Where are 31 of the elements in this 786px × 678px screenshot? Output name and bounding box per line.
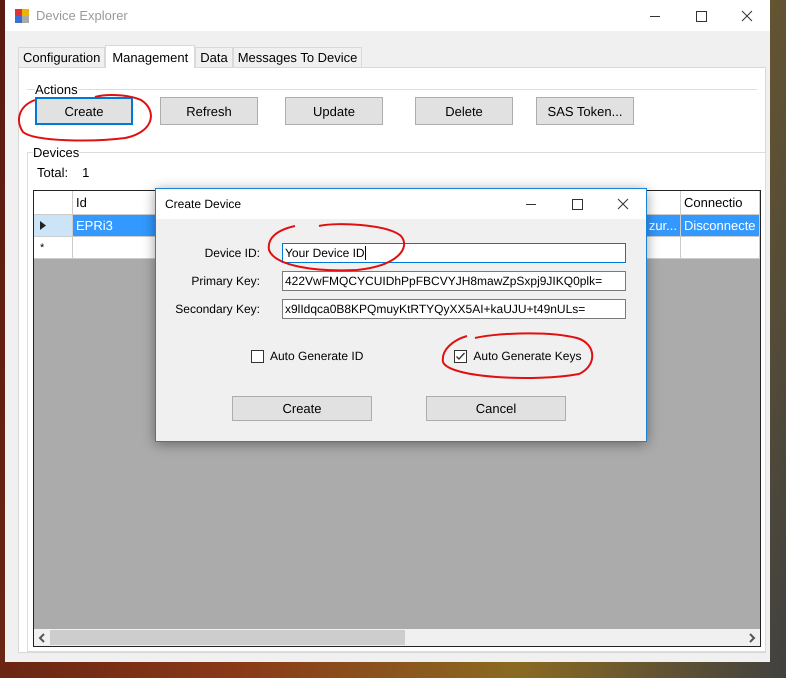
input-field[interactable]: Your Device ID: [282, 243, 626, 263]
table-cell: Disconnecte: [681, 215, 760, 237]
checkbox[interactable]: [454, 350, 468, 362]
tab[interactable]: Data: [195, 47, 233, 67]
input-field[interactable]: 422VwFMQCYCUIDhPpFBCVYJH8mawZpSxpj9JIKQ0plk=: [282, 271, 626, 291]
window-title: Device Explorer: [36, 8, 128, 23]
action-button[interactable]: Delete: [415, 97, 513, 125]
group-title: Actions: [35, 82, 78, 97]
checkbox[interactable]: [251, 350, 264, 362]
dialog-button[interactable]: Create: [232, 396, 372, 421]
field-label: Secondary Key:: [174, 302, 260, 316]
dialog-button[interactable]: Cancel: [426, 396, 566, 421]
current-row-icon: [40, 221, 46, 230]
action-button[interactable]: Refresh: [160, 97, 258, 125]
checkbox-label: Auto Generate ID: [270, 349, 364, 363]
app-icon: [14, 8, 30, 24]
tab[interactable]: Configuration: [18, 47, 106, 67]
action-button[interactable]: SAS Token...: [536, 97, 634, 125]
tab[interactable]: Messages To Device: [232, 47, 362, 67]
total-label: Total:: [37, 165, 68, 180]
group-title: Devices: [33, 145, 80, 160]
action-button[interactable]: Create: [35, 97, 133, 125]
field-label: Device ID:: [204, 246, 260, 260]
field-label: Primary Key:: [190, 274, 260, 288]
input-field[interactable]: x9lIdqca0B8KPQmuyKtRTYQyXX5AI+kaUJU+t49nULs=: [282, 299, 626, 319]
dialog-title: Create Device: [165, 197, 242, 211]
horizontal-scrollbar[interactable]: [34, 629, 760, 646]
checkbox-label: Auto Generate Keys: [473, 349, 582, 363]
action-button[interactable]: Update: [285, 97, 383, 125]
tab[interactable]: Management: [105, 45, 196, 68]
total-count: 1: [82, 165, 90, 180]
